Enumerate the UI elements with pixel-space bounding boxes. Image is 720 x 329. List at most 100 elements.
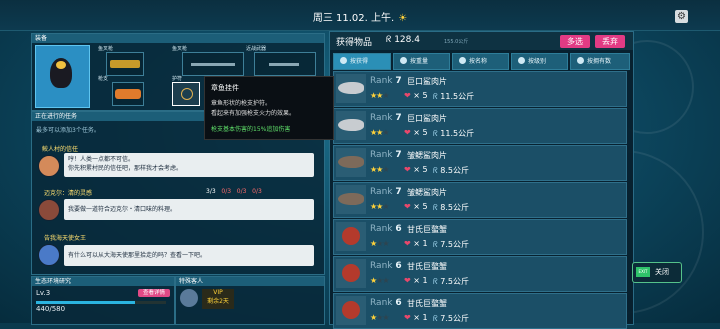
slot-charm[interactable] xyxy=(172,82,200,106)
heart-icon: ❤ xyxy=(404,276,411,285)
item-row[interactable]: Rank 6 甘氏巨螯蟹 ★★★ ❤ × 1 ᖇ 7.5公斤 xyxy=(333,293,627,329)
exit-key-icon: EXIT xyxy=(636,267,650,277)
item-thumbnail xyxy=(336,185,366,214)
item-name: 甘氏巨螯蟹 xyxy=(407,225,447,234)
counter-1: 3/3 xyxy=(206,188,216,195)
item-weight: ᖇ 11.5公斤 xyxy=(433,91,474,102)
tab-label: 按重量 xyxy=(410,58,429,65)
rank-icon xyxy=(518,57,525,64)
qty-value: 1 xyxy=(422,276,428,285)
weight-icon: ᖇ xyxy=(433,203,438,212)
item-rank: Rank 7 xyxy=(370,150,402,160)
weight-value: 11.5公斤 xyxy=(440,129,475,138)
item-weight: ᖇ 7.5公斤 xyxy=(433,313,469,324)
item-stars: ★★★ xyxy=(370,91,390,100)
sun-icon: ☀ xyxy=(398,13,408,24)
rank-label: Rank xyxy=(370,76,393,86)
task-1-line2: 你先积累村民的信任吧，那样我才会考虑。 xyxy=(68,165,183,172)
eco-progress-bar xyxy=(36,301,166,304)
slot-gun[interactable] xyxy=(112,82,144,106)
tab-by-name[interactable]: 按名称 xyxy=(452,53,509,70)
date-display: 周三 11.02. 上午. ☀ xyxy=(0,9,720,24)
item-weight: ᖇ 7.5公斤 xyxy=(433,239,469,250)
weight-icon: ᖇ xyxy=(433,92,438,101)
item-name: 皱鳃鲨肉片 xyxy=(407,151,447,160)
item-qty: ❤ × 1 xyxy=(404,313,428,322)
character-portrait xyxy=(35,45,90,108)
eco-level: Lv.3 xyxy=(36,289,51,297)
task-1-dialogue[interactable]: 哼！人类一点都不可信。 你先积累村民的信任吧，那样我才会考虑。 xyxy=(64,153,314,177)
weight-icon: ᖇ xyxy=(433,277,438,286)
weight-icon: ᖇ xyxy=(433,129,438,138)
slot-harpoon2[interactable] xyxy=(182,52,244,76)
crab-icon xyxy=(342,264,360,282)
close-button[interactable]: EXIT 关闭 xyxy=(632,262,682,283)
item-row[interactable]: Rank 7 皱鳃鲨肉片 ★★★ ❤ × 5 ᖇ 8.5公斤 xyxy=(333,145,627,181)
item-row[interactable]: Rank 7 皱鳃鲨肉片 ★★★ ❤ × 5 ᖇ 8.5公斤 xyxy=(333,182,627,218)
rank-label: Rank xyxy=(370,150,393,160)
task-2-counters: 3/3 0/3 0/3 0/3 xyxy=(206,188,262,195)
gear-icon[interactable]: ⚙ xyxy=(675,10,688,23)
task-3-title: 告我海天使女王 xyxy=(44,235,87,242)
items-panel: 获得物品 ᖇ 128.4 155.0公斤 多选 丢弃 按获得 按重量 按名称 按… xyxy=(329,31,634,329)
slot-melee[interactable] xyxy=(254,52,316,76)
tab-by-count[interactable]: 按拥有数 xyxy=(570,53,630,70)
item-row[interactable]: Rank 7 巨口鲨肉片 ★★★ ❤ × 5 ᖇ 11.5公斤 xyxy=(333,71,627,107)
item-thumbnail xyxy=(336,296,366,325)
heart-icon: ❤ xyxy=(404,239,411,248)
item-row[interactable]: Rank 6 甘氏巨螯蟹 ★★★ ❤ × 1 ᖇ 7.5公斤 xyxy=(333,256,627,292)
rank-label: Rank xyxy=(370,187,393,197)
guest-title: 特殊客人 xyxy=(176,277,324,286)
item-weight: ᖇ 8.5公斤 xyxy=(433,202,469,213)
shark-meat-icon xyxy=(338,82,364,94)
tab-by-acquire[interactable]: 按获得 xyxy=(333,53,391,70)
item-name: 甘氏巨螯蟹 xyxy=(407,262,447,271)
item-name: 皱鳃鲨肉片 xyxy=(407,188,447,197)
slot-label-melee: 近战武器 xyxy=(246,46,267,52)
vip-badge[interactable]: VIP 剩余2天 xyxy=(202,289,234,309)
discard-button[interactable]: 丢弃 xyxy=(595,35,625,48)
item-stars: ★★★ xyxy=(370,239,390,248)
qty-value: 5 xyxy=(422,165,428,174)
guest-avatar xyxy=(180,289,198,307)
heart-icon: ❤ xyxy=(404,165,411,174)
rank-value: 7 xyxy=(395,187,402,197)
task-2-dialogue[interactable]: 我要做一道符合迈克尔・清口味的料理。 xyxy=(64,199,314,220)
item-row[interactable]: Rank 6 甘氏巨螯蟹 ★★★ ❤ × 1 ᖇ 7.5公斤 xyxy=(333,219,627,255)
item-qty: ❤ × 1 xyxy=(404,239,428,248)
item-stars: ★★★ xyxy=(370,165,390,174)
weight-value: 11.5公斤 xyxy=(440,92,475,101)
heart-icon: ❤ xyxy=(404,91,411,100)
tab-label: 按拥有数 xyxy=(587,58,612,65)
item-stars: ★★★ xyxy=(370,313,390,322)
detail-button[interactable]: 查看详情 xyxy=(138,289,171,297)
qty-value: 1 xyxy=(422,313,428,322)
task-3-dialogue[interactable]: 有什么可以从大海天使那里拾走的吗？查看一下吧。 xyxy=(64,245,314,266)
item-tooltip: 章鱼挂件 章鱼形状的枪支护符。 看起来有加强枪支火力的效果。 枪支基本伤害的15… xyxy=(204,76,334,140)
weight-icon: ᖇ xyxy=(433,166,438,175)
tooltip-title: 章鱼挂件 xyxy=(211,84,239,92)
diver-figure xyxy=(50,58,72,88)
weight-icon: ᖇ xyxy=(433,240,438,249)
item-thumbnail xyxy=(336,222,366,251)
slot-harpoon[interactable] xyxy=(106,52,144,76)
item-rank: Rank 6 xyxy=(370,261,402,271)
tab-by-rank[interactable]: 按级别 xyxy=(511,53,568,70)
item-stars: ★★★ xyxy=(370,276,390,285)
eco-panel: 生态环境研究 Lv.3 查看详情 440/580 xyxy=(31,276,175,325)
npc-avatar xyxy=(38,199,60,221)
multi-select-button[interactable]: 多选 xyxy=(560,35,590,48)
weight-value: 7.5公斤 xyxy=(440,277,470,286)
weight-value: 7.5公斤 xyxy=(440,240,470,249)
rank-value: 6 xyxy=(395,298,402,308)
item-thumbnail xyxy=(336,259,366,288)
item-qty: ❤ × 5 xyxy=(404,202,428,211)
tab-by-weight[interactable]: 按重量 xyxy=(393,53,450,70)
octopus-charm-icon xyxy=(181,88,193,100)
npc-avatar xyxy=(38,155,60,177)
item-thumbnail xyxy=(336,74,366,103)
item-row[interactable]: Rank 7 巨口鲨肉片 ★★★ ❤ × 5 ᖇ 11.5公斤 xyxy=(333,108,627,144)
shark-meat-icon xyxy=(338,193,364,205)
spear-icon xyxy=(191,63,235,66)
slot-label-gun: 枪支 xyxy=(98,76,109,82)
